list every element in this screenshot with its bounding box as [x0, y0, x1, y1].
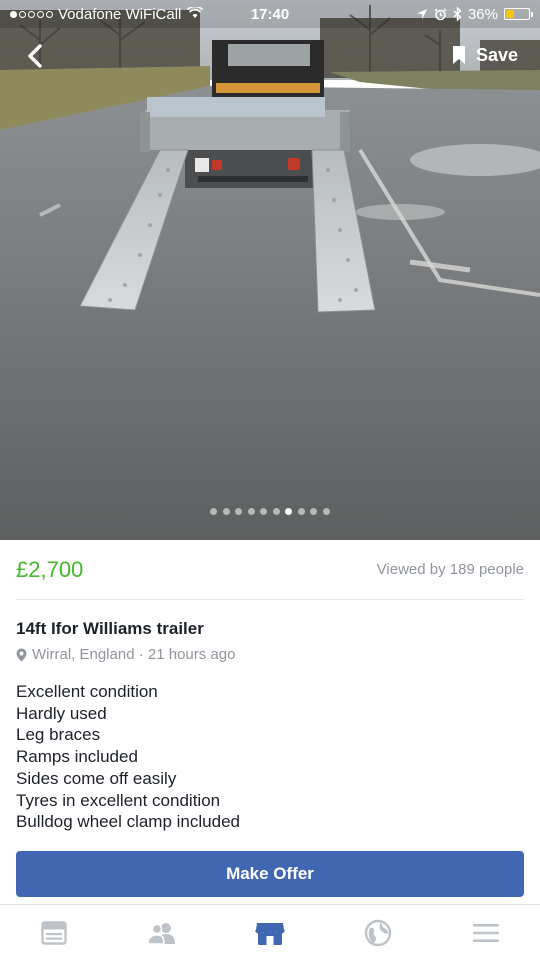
pagination-dot[interactable] — [297, 508, 305, 515]
tab-news-feed[interactable] — [24, 908, 84, 958]
pagination-dot[interactable] — [310, 508, 318, 515]
description-line: Sides come off easily — [16, 768, 177, 788]
photo-pagination-dots[interactable] — [0, 508, 540, 515]
battery-percentage: 36% — [467, 5, 498, 23]
carrier-name: Vodafone WiFiCall — [58, 5, 182, 23]
description-line: Ramps included — [16, 747, 138, 767]
trailer-photo-image — [0, 0, 540, 540]
listing-photo[interactable] — [0, 0, 540, 540]
pagination-dot[interactable] — [260, 508, 268, 515]
wifi-icon — [187, 5, 204, 22]
listing-title: 14ft Ifor Williams trailer — [16, 619, 204, 638]
tab-marketplace[interactable] — [240, 908, 300, 958]
location-text: Wirral, England · 21 hours ago — [32, 646, 236, 663]
friends-icon — [147, 922, 175, 945]
location-pin-icon — [16, 648, 27, 661]
chevron-left-icon — [28, 44, 42, 68]
location-arrow-icon — [416, 9, 427, 19]
pagination-dot[interactable] — [210, 508, 218, 515]
description-line: Leg braces — [16, 725, 101, 745]
news-feed-icon — [41, 920, 67, 945]
tab-notifications[interactable] — [348, 908, 408, 958]
description-line: Excellent condition — [16, 682, 158, 701]
description-line: Hardly used — [16, 703, 107, 723]
listing-price: £2,700 — [16, 556, 84, 582]
tab-menu[interactable] — [456, 908, 516, 958]
marketplace-icon — [255, 922, 285, 945]
menu-icon — [473, 923, 499, 942]
description-line: Bulldog wheel clamp included — [16, 812, 240, 832]
make-offer-button[interactable]: Make Offer — [16, 851, 524, 897]
pagination-dot[interactable] — [222, 508, 230, 515]
cellular-signal-icon — [10, 10, 53, 18]
alarm-icon — [434, 7, 447, 20]
description-line: Tyres in excellent condition — [16, 790, 221, 810]
tab-friends[interactable] — [132, 908, 192, 958]
pagination-dot[interactable] — [247, 508, 255, 515]
save-label: Save — [475, 44, 518, 65]
save-button[interactable]: Save — [452, 40, 518, 70]
pagination-dot[interactable] — [235, 508, 243, 515]
battery-level — [506, 10, 514, 18]
price-row: £2,700 Viewed by 189 people — [16, 540, 524, 600]
bluetooth-icon — [453, 7, 462, 21]
listing-description: Excellent condition Hardly used Leg braces… — [16, 681, 516, 833]
pagination-dot-active[interactable] — [285, 508, 293, 515]
bottom-tab-bar — [0, 904, 540, 960]
status-time: 17:40 — [250, 5, 290, 23]
pagination-dot[interactable] — [322, 508, 330, 515]
view-count: Viewed by 189 people — [376, 561, 524, 578]
status-bar: Vodafone WiFiCall 17:40 36% — [0, 0, 540, 28]
battery-icon — [504, 8, 533, 20]
listing-location[interactable]: Wirral, England · 21 hours ago — [16, 646, 235, 663]
pagination-dot[interactable] — [272, 508, 280, 515]
bookmark-icon — [452, 46, 465, 64]
back-button[interactable] — [18, 38, 54, 74]
globe-notifications-icon — [364, 919, 392, 946]
